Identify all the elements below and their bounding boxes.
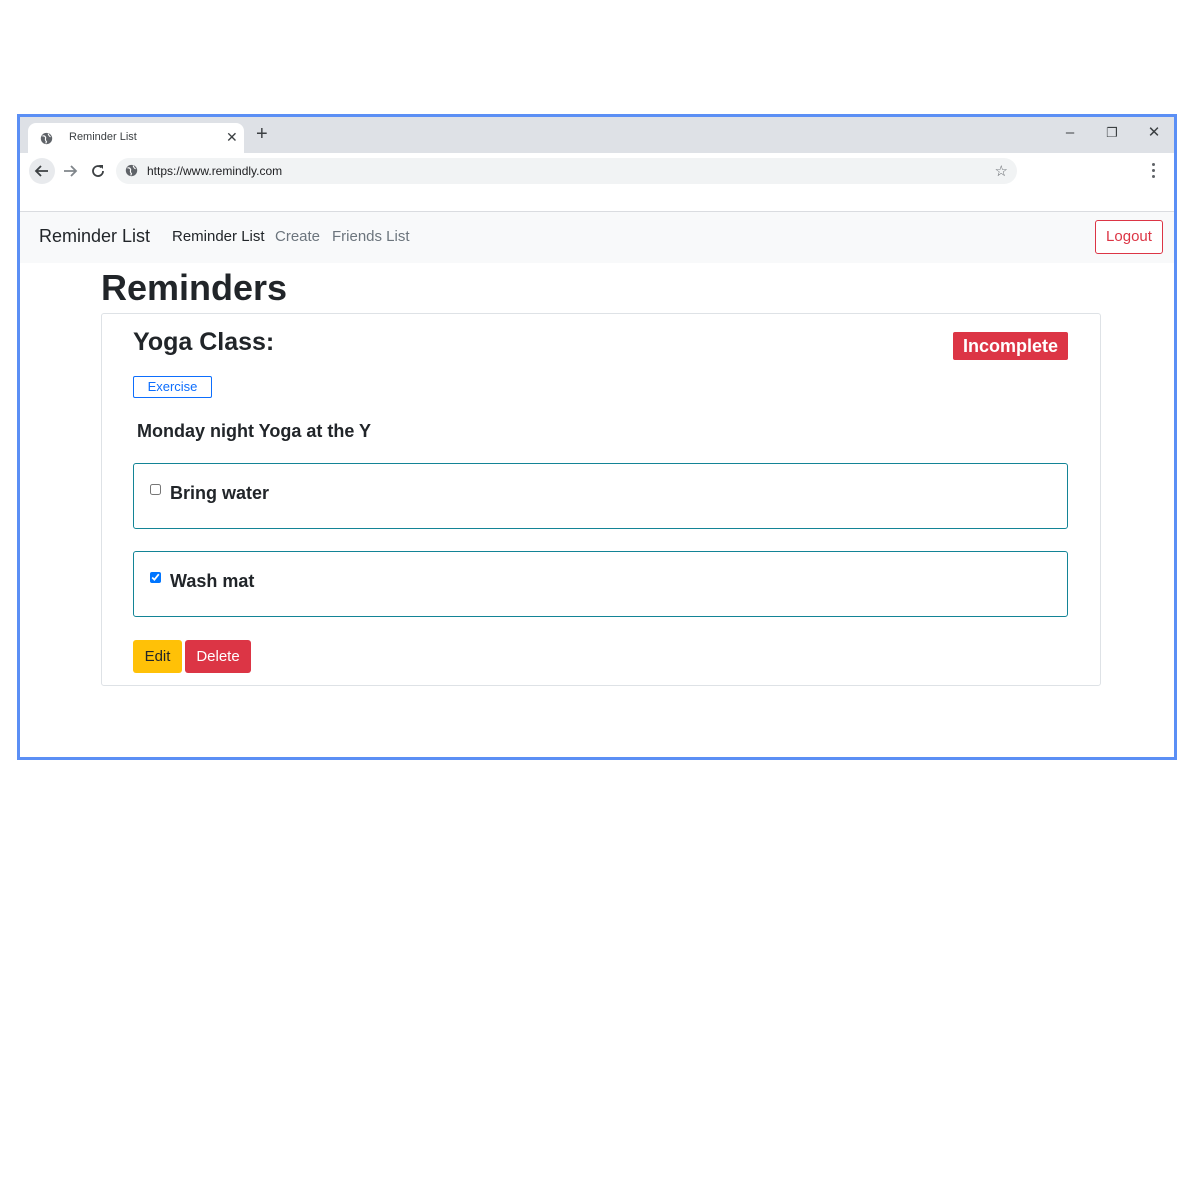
nav-link-create[interactable]: Create bbox=[275, 228, 320, 245]
bookmark-star-icon[interactable]: ☆ bbox=[995, 162, 1008, 180]
app-navbar: Reminder List Reminder List Create Frien… bbox=[20, 212, 1174, 263]
logout-button[interactable]: Logout bbox=[1095, 220, 1163, 254]
tab-close-icon[interactable]: ✕ bbox=[226, 128, 238, 146]
browser-window: Reminder List ✕ + – ❐ ✕ https://www.remi… bbox=[17, 114, 1177, 760]
restore-button[interactable]: ❐ bbox=[1094, 121, 1130, 145]
reminder-title: Yoga Class: bbox=[133, 328, 275, 356]
subtask-checkbox[interactable] bbox=[150, 572, 161, 583]
browser-tab[interactable]: Reminder List ✕ bbox=[28, 123, 244, 153]
subtask-checkbox[interactable] bbox=[150, 484, 161, 495]
delete-button[interactable]: Delete bbox=[185, 640, 251, 673]
browser-toolbar: https://www.remindly.com ☆ bbox=[20, 153, 1174, 212]
back-button[interactable] bbox=[29, 158, 55, 184]
subtask-item: Wash mat bbox=[133, 551, 1068, 617]
site-info-icon[interactable] bbox=[125, 164, 138, 177]
forward-arrow-icon bbox=[64, 165, 78, 177]
navbar-brand[interactable]: Reminder List bbox=[39, 226, 150, 247]
subtask-item: Bring water bbox=[133, 463, 1068, 529]
subtask-label: Wash mat bbox=[170, 571, 255, 591]
reload-button[interactable] bbox=[85, 158, 111, 184]
minimize-button[interactable]: – bbox=[1052, 121, 1088, 145]
nav-link-reminder-list[interactable]: Reminder List bbox=[172, 228, 265, 245]
status-badge: Incomplete bbox=[953, 332, 1068, 360]
new-tab-button[interactable]: + bbox=[256, 123, 268, 145]
tag-badge: Exercise bbox=[133, 376, 212, 398]
address-bar[interactable]: https://www.remindly.com ☆ bbox=[116, 158, 1017, 184]
reminder-description: Monday night Yoga at the Y bbox=[137, 421, 372, 441]
nav-link-friends-list[interactable]: Friends List bbox=[332, 228, 410, 245]
more-vert-icon[interactable] bbox=[1146, 160, 1160, 182]
globe-icon bbox=[40, 132, 53, 145]
url-text[interactable]: https://www.remindly.com bbox=[147, 164, 282, 178]
close-window-button[interactable]: ✕ bbox=[1136, 121, 1172, 145]
edit-button[interactable]: Edit bbox=[133, 640, 182, 673]
tab-title: Reminder List bbox=[69, 131, 137, 143]
tab-strip: Reminder List ✕ + – ❐ ✕ bbox=[20, 117, 1174, 153]
back-arrow-icon bbox=[34, 165, 48, 177]
page-title: Reminders bbox=[101, 267, 288, 308]
reminder-card: Yoga Class: Incomplete Exercise Monday n… bbox=[101, 313, 1101, 686]
forward-button[interactable] bbox=[57, 158, 83, 184]
reload-icon bbox=[92, 165, 104, 177]
subtask-label: Bring water bbox=[170, 483, 270, 503]
